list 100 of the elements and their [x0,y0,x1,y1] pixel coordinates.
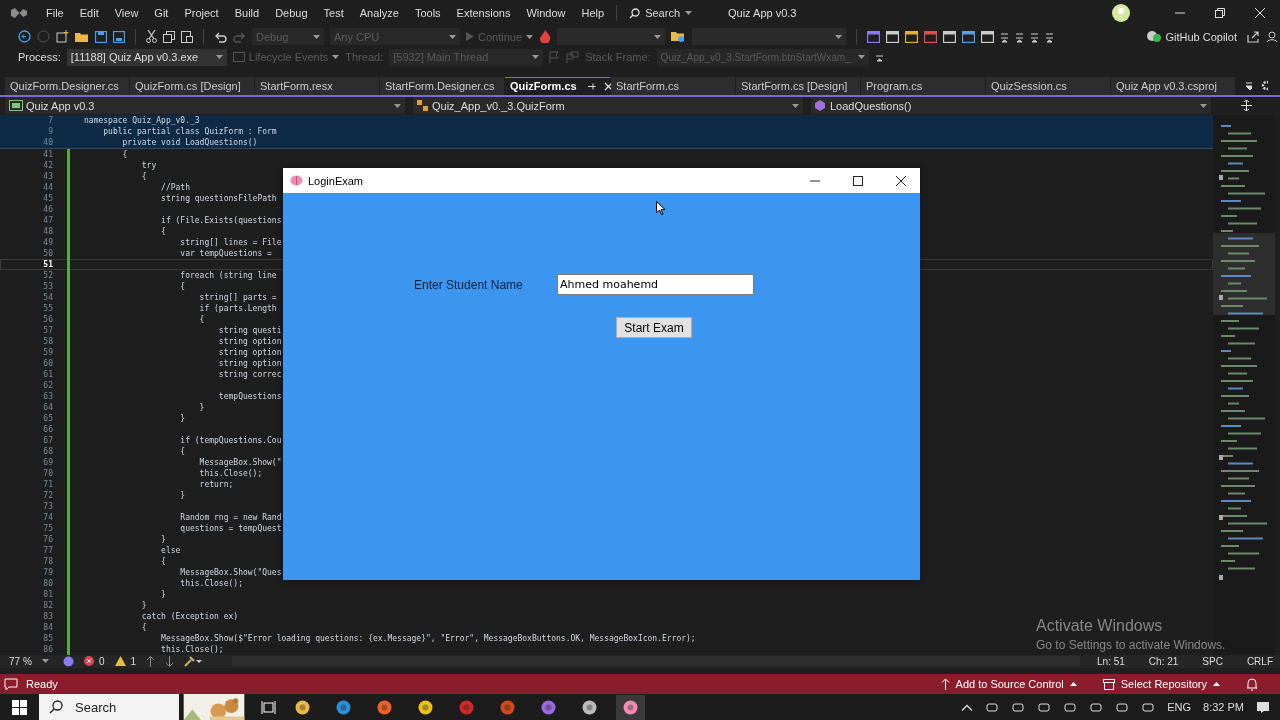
caret-icon [835,34,843,39]
down-arrow-icon[interactable] [165,655,175,667]
line-ending-indicator[interactable]: CRLF [1239,655,1280,667]
clock[interactable]: 8:32 PM [1203,701,1244,713]
save-all-icon[interactable] [113,30,125,43]
overflow-icon[interactable] [1015,30,1025,43]
language-indicator[interactable]: ENG [1167,701,1192,713]
pin-icon[interactable] [586,81,596,91]
column-indicator[interactable]: Ch: 21 [1141,655,1186,667]
file-tab[interactable]: Quiz App v0.3.csproj [1111,77,1235,95]
window-icon[interactable] [905,30,919,43]
error-count[interactable]: 0 [84,655,105,667]
file-tab[interactable]: StartForm.cs [Design] [736,77,860,95]
windows-logo-icon[interactable] [12,699,27,715]
solution-title: Quiz App v0.3 [728,7,797,20]
settings-icon[interactable] [1260,80,1268,92]
bell-icon[interactable] [1246,677,1258,691]
line-indicator[interactable]: Ln: 51 [1090,655,1132,667]
menu-item[interactable]: Extensions [448,7,519,20]
scissors-icon[interactable] [146,30,157,44]
tab-list-icon[interactable] [1245,80,1252,91]
paste-icon[interactable] [181,30,193,44]
menu-item[interactable]: Test [315,7,352,20]
menu-item[interactable]: Project [176,7,227,20]
menu-item[interactable]: Analyze [351,7,407,20]
line-number: 76 [42,533,53,545]
code-line: string[] parts = [198,291,277,303]
caret-icon [42,659,49,664]
code-line: { [160,225,166,237]
chat-icon[interactable] [4,677,18,691]
class-dropdown[interactable]: Quiz_App_v0._3.QuizForm [413,97,803,115]
undo-icon[interactable] [214,30,227,43]
overflow-icon[interactable] [1045,30,1055,43]
folder-search-icon[interactable] [671,30,687,44]
start-exam-button[interactable]: Start Exam [616,317,692,338]
menu-item[interactable]: Tools [406,7,449,20]
menu-item[interactable]: Git [146,7,177,20]
overflow-icon[interactable] [1030,30,1040,43]
line-number: 51 [42,258,53,270]
menu-item[interactable]: View [106,7,147,20]
window-icon [232,52,245,63]
menu-item[interactable]: Build [226,7,268,20]
caret-icon [526,34,534,39]
save-icon[interactable] [95,30,107,43]
window-icon[interactable] [962,30,976,43]
file-tab[interactable]: StartForm.resx [255,77,379,95]
file-tab[interactable]: StartForm.Designer.cs [380,77,504,95]
project-dropdown[interactable]: Quiz App v0.3 [5,97,405,115]
feedback-icon[interactable] [1266,30,1280,44]
split-icon[interactable] [1241,100,1252,112]
copilot-icon[interactable] [63,655,74,667]
restore-icon[interactable] [1215,8,1225,19]
menu-item[interactable]: File [38,7,72,20]
chevron-up-icon[interactable] [961,703,974,711]
file-tab[interactable]: QuizForm.cs [505,77,610,95]
share-icon[interactable] [1247,30,1260,44]
back-icon[interactable] [18,30,31,44]
line-number: 56 [42,313,53,325]
warning-count[interactable]: 1 [114,655,137,667]
code-line: string questionsFilePath [160,192,277,204]
line-number: 7 [47,114,53,126]
process-dropdown[interactable]: [11188] Quiz App v0.3.exe [66,48,227,66]
code-line: string option [217,346,282,358]
task-view-icon[interactable] [261,700,276,714]
notifications-icon[interactable] [1256,700,1270,714]
code-line: { [179,445,186,457]
copy-icon[interactable] [163,30,175,43]
file-tab[interactable]: QuizForm.Designer.cs [5,77,129,95]
line-number: 50 [42,247,53,259]
overflow-icon[interactable] [1000,30,1010,43]
whitespace-indicator[interactable]: SPC [1195,655,1230,667]
line-number: 9 [47,125,53,137]
up-arrow-icon[interactable] [146,655,156,667]
code-line: public partial class QuizForm : Form [102,125,277,137]
line-number: 70 [42,467,53,479]
add-to-source-control-button[interactable]: Add to Source Control [940,678,1077,691]
student-name-field[interactable]: Ahmed moahemd [557,274,754,295]
copilot-button[interactable]: GitHub Copilot [1147,30,1237,44]
file-tab[interactable]: StartForm.cs [611,77,735,95]
flame-icon[interactable] [539,30,552,44]
layout-icon[interactable] [867,30,881,43]
menu-item[interactable]: Window [518,7,574,20]
member-dropdown[interactable]: LoadQuestions() [811,97,1211,115]
search-menu[interactable]: Search [621,7,700,20]
new-item-icon[interactable] [56,30,69,44]
code-line: foreach (string line [179,269,277,281]
search-field[interactable]: Search [69,694,179,720]
menu-item[interactable]: Edit [71,7,107,20]
maximize-icon[interactable] [853,175,863,186]
file-tab[interactable]: Program.cs [861,77,985,95]
select-repository-button[interactable]: Select Repository [1102,678,1220,691]
code-line: string correc [217,368,282,380]
close-icon[interactable] [896,175,906,186]
file-tab[interactable]: QuizForm.cs [Design] [130,77,254,95]
avatar-icon[interactable] [1112,4,1130,23]
line-number: 86 [42,643,53,655]
menu-item[interactable]: Debug [267,7,316,20]
menu-item[interactable]: Help [573,7,613,20]
brush-icon[interactable] [184,655,203,667]
file-tab[interactable]: QuizSession.cs [986,77,1110,95]
